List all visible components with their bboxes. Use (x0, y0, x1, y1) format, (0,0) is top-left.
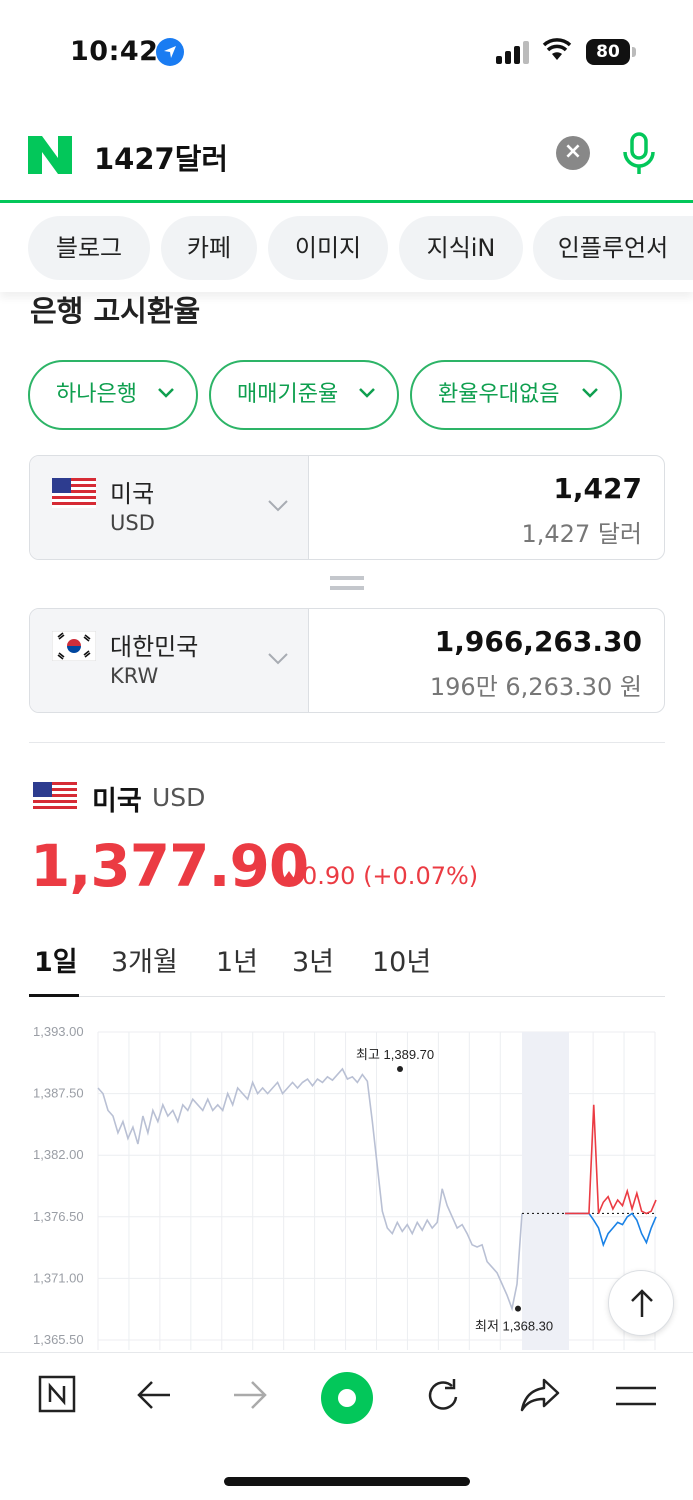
green-dot-icon[interactable] (320, 1371, 374, 1425)
chevron-down-icon (582, 388, 598, 398)
korea-flag-icon (52, 631, 96, 661)
home-indicator (224, 1477, 470, 1486)
chart-low-point (515, 1305, 521, 1312)
tab-cafe[interactable]: 카페 (161, 216, 257, 280)
wifi-icon (542, 38, 572, 60)
status-bar: 10:42 80 (0, 0, 693, 100)
section-title: 은행 고시환율 (30, 294, 201, 328)
location-arrow-icon (156, 38, 184, 66)
chevron-down-icon (359, 388, 375, 398)
microphone-icon[interactable] (620, 132, 658, 176)
battery-icon: 80 (586, 39, 630, 65)
rate-type-dropdown[interactable]: 매매기준율 (209, 360, 399, 430)
period-tab-10y[interactable]: 10년 (372, 940, 431, 979)
up-triangle-icon (282, 871, 296, 881)
back-arrow-icon[interactable] (136, 1379, 172, 1411)
equals-icon (330, 574, 364, 592)
chart-y-tick-label: 1,382.00 (33, 1147, 84, 1162)
rate-change-value: 0.90 (+0.07%) (302, 862, 479, 890)
chart-y-tick-label: 1,376.50 (33, 1209, 84, 1224)
arrow-up-icon (631, 1289, 653, 1317)
chart-high-label: 최고 1,389.70 (356, 1047, 434, 1062)
naver-logo-icon[interactable] (28, 136, 72, 174)
from-country-name: 미국 (110, 480, 155, 508)
tab-influencer[interactable]: 인플루언서 (533, 216, 693, 280)
to-amount-text: 196만 6,263.30 원 (429, 673, 642, 701)
to-country-name: 대한민국 (110, 633, 199, 661)
period-tab-3m[interactable]: 3개월 (111, 940, 178, 979)
rate-currency-code: USD (152, 783, 206, 812)
share-icon[interactable] (520, 1377, 560, 1413)
search-bar: 1427달러 × (0, 100, 693, 203)
us-flag-icon (52, 478, 96, 508)
current-rate: 1,377.90 (30, 832, 309, 900)
period-tab-1d[interactable]: 1일 (34, 940, 78, 979)
divider (29, 742, 665, 743)
to-currency-select[interactable]: 대한민국 KRW (30, 609, 309, 712)
chart-low-label: 최저 1,368.30 (475, 1319, 553, 1334)
bank-dropdown-label: 하나은행 (56, 382, 137, 407)
clear-search-icon[interactable]: × (556, 136, 590, 170)
chevron-down-icon (158, 388, 174, 398)
us-flag-icon (33, 782, 77, 812)
chart-y-tick-label: 1,365.50 (33, 1332, 84, 1347)
rate-type-dropdown-label: 매매기준율 (237, 382, 339, 407)
exchange-rate-chart[interactable]: 1,393.00 1,387.50 1,382.00 1,376.50 1,371.00… (0, 1010, 693, 1350)
search-input[interactable]: 1427달러 (94, 136, 228, 178)
period-tab-1y[interactable]: 1년 (216, 940, 258, 979)
converter-to: 대한민국 KRW 1,966,263.30 196만 6,263.30 원 (29, 608, 665, 713)
chart-y-tick-label: 1,371.00 (33, 1270, 84, 1285)
from-amount-input[interactable]: 1,427 (553, 472, 642, 505)
rate-country-name: 미국 (92, 786, 142, 817)
to-amount-value: 1,966,263.30 (434, 625, 642, 658)
period-tab-indicator (29, 994, 79, 997)
period-tabs-divider (29, 996, 665, 997)
chart-series-line-down (565, 1212, 657, 1248)
converter-from: 미국 USD 1,427 1,427 달러 (29, 455, 665, 560)
tab-knowledge-in[interactable]: 지식iN (399, 216, 523, 280)
naver-home-icon[interactable] (38, 1375, 76, 1413)
tab-image[interactable]: 이미지 (268, 216, 388, 280)
chart-y-tick-label: 1,393.00 (33, 1024, 84, 1039)
bank-dropdown[interactable]: 하나은행 (28, 360, 198, 430)
period-tab-3y[interactable]: 3년 (292, 940, 334, 979)
preferential-rate-dropdown[interactable]: 환율우대없음 (410, 360, 622, 430)
forward-arrow-icon[interactable] (232, 1379, 268, 1411)
preferential-rate-dropdown-label: 환율우대없음 (438, 382, 560, 407)
from-currency-select[interactable]: 미국 USD (30, 456, 309, 559)
chart-y-tick-label: 1,387.50 (33, 1086, 84, 1101)
scroll-to-top-button[interactable] (608, 1270, 674, 1336)
search-category-tabs: 블로그 카페 이미지 지식iN 인플루언서 (0, 206, 693, 292)
status-time: 10:42 (70, 36, 159, 67)
tab-blog[interactable]: 블로그 (28, 216, 150, 280)
to-currency-code: KRW (110, 664, 159, 688)
refresh-icon[interactable] (424, 1377, 462, 1415)
chevron-down-icon (268, 653, 288, 665)
from-currency-code: USD (110, 511, 155, 535)
chart-series-line-up (565, 1104, 657, 1215)
rate-change: 0.90 (+0.07%) (282, 862, 478, 890)
chart-high-point (397, 1065, 403, 1072)
menu-icon[interactable] (616, 1385, 656, 1407)
chart-session-band (522, 1032, 569, 1350)
cellular-signal-icon (496, 40, 532, 64)
chevron-down-icon (268, 500, 288, 512)
chart-series-line-history (97, 1067, 523, 1312)
from-amount-text: 1,427 달러 (521, 520, 643, 548)
battery-tip (632, 47, 636, 57)
